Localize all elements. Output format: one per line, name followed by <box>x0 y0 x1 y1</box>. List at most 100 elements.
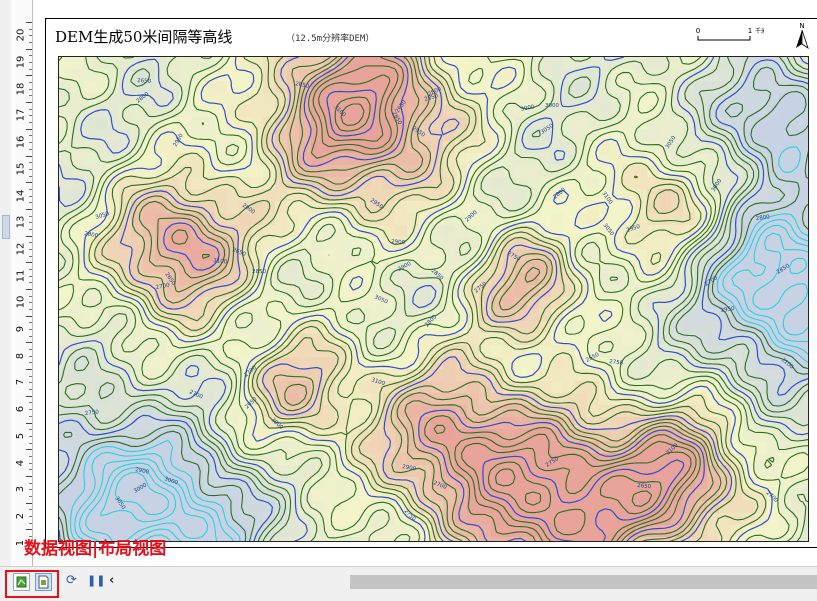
ruler-tick <box>26 369 32 371</box>
ruler-tick <box>26 289 32 290</box>
scale-label-zero: 0 <box>696 27 700 35</box>
ruler-subtick <box>29 228 32 230</box>
ruler-subtick <box>29 362 32 364</box>
ruler-subtick <box>29 202 32 204</box>
ruler-tick <box>26 315 32 317</box>
ruler-subtick <box>29 195 32 197</box>
ruler-subtick <box>29 215 32 217</box>
ruler-tick <box>26 475 32 477</box>
ruler-subtick <box>29 222 32 224</box>
ruler-subtick <box>29 515 32 517</box>
map-frame[interactable]: 2800 2850 2900 2950 3000 2700 2750 3050 2650 3100… <box>58 56 809 542</box>
ruler-subtick <box>29 255 32 257</box>
contour-map[interactable]: 2800285029002950300027002750305026503100… <box>59 57 808 541</box>
ruler-subtick <box>29 309 32 311</box>
ruler-subtick <box>29 329 32 331</box>
ruler-subtick <box>29 275 32 277</box>
ruler-tick <box>26 208 32 210</box>
ruler-tick <box>26 449 32 451</box>
map-subtitle: （12.5m分辨率DEM） <box>286 34 375 44</box>
ruler-subtick <box>29 28 32 30</box>
ruler-subtick <box>29 295 32 297</box>
ruler-subtick <box>29 455 32 457</box>
contour-label: 2900 <box>391 239 406 246</box>
ruler-subtick <box>29 382 32 384</box>
ruler-tick <box>26 502 32 504</box>
ruler-subtick <box>29 409 32 411</box>
ruler-subtick <box>29 389 32 391</box>
refresh-button[interactable]: ⟳ <box>66 573 77 589</box>
ruler-subtick <box>29 35 32 37</box>
ruler-subtick <box>29 415 32 417</box>
horizontal-scrollbar[interactable] <box>350 575 817 589</box>
ruler-subtick <box>29 115 32 117</box>
ruler-subtick <box>29 88 32 90</box>
ruler-subtick <box>29 469 32 471</box>
pause-button[interactable]: ❚❚ <box>87 573 105 589</box>
ruler-subtick <box>29 495 32 497</box>
ruler-tick <box>26 155 32 157</box>
pause-icon: ❚❚ <box>87 574 106 587</box>
ruler-subtick <box>29 442 32 444</box>
ruler-subtick <box>29 302 32 304</box>
ruler-subtick <box>29 522 32 524</box>
refresh-icon: ⟳ <box>66 573 77 588</box>
map-title: DEM生成50米间隔等高线 <box>55 28 233 46</box>
north-label: N <box>799 22 804 30</box>
ruler-tick <box>26 22 32 23</box>
north-arrow-icon: N <box>796 22 809 49</box>
vertical-ruler: 20 19 18 17 16 15 14 13 12 11 10 9 8 7 6 5 4 3 2 1 <box>11 0 33 566</box>
ruler-tick <box>26 395 32 397</box>
layout-canvas[interactable]: DEM生成50米间隔等高线 （12.5m分辨率DEM） 0 1 千米 N 280… <box>33 0 817 566</box>
ruler-subtick <box>29 62 32 64</box>
ruler-subtick <box>29 335 32 337</box>
ruler-subtick <box>29 82 32 84</box>
ruler-subtick <box>29 355 32 357</box>
ruler-subtick <box>29 188 32 190</box>
ruler-subtick <box>29 95 32 97</box>
ruler-tick <box>26 235 32 237</box>
ruler-subtick <box>29 142 32 144</box>
contour-label: 2650 <box>637 483 652 490</box>
ruler-subtick <box>29 268 32 270</box>
prev-button[interactable]: ‹ <box>109 573 114 589</box>
contour-label: 2850 <box>252 269 267 275</box>
ruler-subtick <box>29 375 32 377</box>
ruler-subtick <box>29 168 32 170</box>
ruler-subtick <box>29 175 32 177</box>
contour-label: 2650 <box>137 78 152 85</box>
ruler-subtick <box>29 322 32 324</box>
scale-label-unit: 千米 <box>755 27 764 35</box>
ruler-subtick <box>29 42 32 44</box>
ruler-subtick <box>29 489 32 491</box>
ruler-subtick <box>29 122 32 124</box>
ruler-tick <box>26 128 32 130</box>
chevron-left-icon: ‹ <box>109 573 115 588</box>
scale-label-one: 1 <box>748 27 752 35</box>
ruler-subtick <box>29 135 32 137</box>
contour-label: 3000 <box>545 103 559 109</box>
status-bar: ⟳ ❚❚ ‹ <box>0 566 817 601</box>
left-panel-tab[interactable] <box>2 215 10 239</box>
ruler-subtick <box>29 282 32 284</box>
ruler-subtick <box>29 462 32 464</box>
ruler-tick <box>26 422 32 424</box>
ruler-subtick <box>29 402 32 404</box>
ruler-subtick <box>29 148 32 150</box>
ruler-subtick <box>29 248 32 250</box>
ruler-subtick <box>29 55 32 57</box>
ruler-tick <box>26 75 32 77</box>
view-toggle-highlight <box>5 570 59 598</box>
layout-page: DEM生成50米间隔等高线 （12.5m分辨率DEM） 0 1 千米 N 280… <box>45 18 817 548</box>
ruler-subtick <box>29 68 32 70</box>
ruler-tick <box>26 102 32 104</box>
ruler-tick <box>26 529 32 531</box>
ruler-subtick <box>29 482 32 484</box>
ruler-subtick <box>29 242 32 244</box>
ruler-subtick <box>29 349 32 351</box>
ruler-tick <box>26 48 32 50</box>
ruler-tick <box>26 342 32 344</box>
ruler-subtick <box>29 108 32 110</box>
ruler-subtick <box>29 162 32 164</box>
ruler-tick <box>26 262 32 264</box>
